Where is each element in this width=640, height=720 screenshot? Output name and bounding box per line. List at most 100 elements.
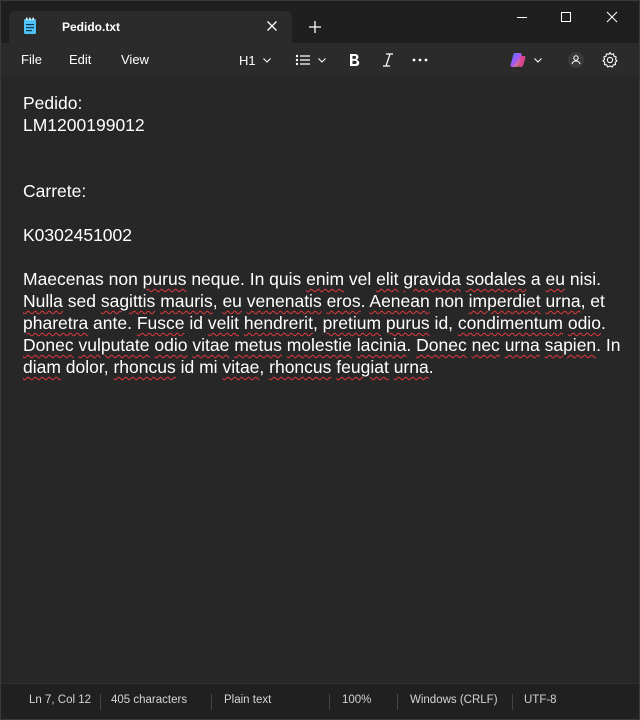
misspelled-word: Donec (416, 335, 467, 355)
more-icon (412, 58, 428, 62)
misspelled-word: vitae (222, 357, 260, 377)
misspelled-word: purus (142, 269, 187, 289)
chevron-down-icon (534, 58, 542, 63)
misspelled-word: Fusce (136, 313, 185, 333)
text-segment: vel (344, 269, 377, 289)
text-segment: a (526, 269, 546, 289)
chevron-down-icon (262, 58, 271, 63)
minimize-button[interactable] (499, 1, 545, 33)
misspelled-word: condimentum (457, 313, 563, 333)
text-segment: . In (596, 335, 621, 355)
notepad-icon (23, 17, 37, 35)
close-icon[interactable] (263, 17, 281, 35)
misspelled-word: vulputate (78, 335, 150, 355)
account-button[interactable] (567, 47, 585, 73)
menu-edit[interactable]: Edit (69, 52, 91, 67)
misspelled-word: metus (234, 335, 282, 355)
tab-title: Pedido.txt (62, 20, 121, 34)
tab-pedido[interactable]: Pedido.txt (9, 11, 292, 43)
text-segment: id mi (175, 357, 223, 377)
list-dropdown[interactable] (295, 47, 327, 73)
misspelled-word: gravida (403, 269, 461, 289)
text-segment: dolor, (60, 357, 114, 377)
misspelled-word: velit (207, 313, 239, 333)
misspelled-word: eros (326, 291, 361, 311)
chevron-down-icon (318, 58, 326, 63)
misspelled-word: pharetra (23, 313, 89, 333)
text-segment: Maecenas non (23, 269, 143, 289)
misspelled-word: elit (376, 269, 399, 289)
misspelled-word: hendrerit (243, 313, 313, 333)
status-divider (512, 694, 513, 710)
document-text[interactable]: Pedido: LM1200199012 Carrete: K030245100… (23, 92, 623, 378)
misspelled-word: imperdiet (468, 291, 541, 311)
document-line: Pedido: (23, 93, 83, 113)
text-segment: . (406, 335, 417, 355)
misspelled-word: urna (393, 357, 429, 377)
text-segment: . (428, 357, 434, 377)
document-line: LM1200199012 (23, 115, 145, 135)
text-segment: , (212, 291, 223, 311)
status-divider (397, 694, 398, 710)
misspelled-word: nec (471, 335, 500, 355)
format-indicator[interactable]: Plain text (224, 694, 271, 706)
zoom-level[interactable]: 100% (342, 694, 371, 706)
italic-button[interactable] (381, 47, 395, 73)
misspelled-word: odio (567, 313, 601, 333)
text-editor[interactable]: Pedido: LM1200199012 Carrete: K030245100… (1, 76, 639, 684)
notepad-window: Pedido.txt File Edit View H1 Pedido: LM1… (0, 0, 640, 720)
window-close-button[interactable] (589, 1, 635, 33)
misspelled-word: molestie (286, 335, 352, 355)
misspelled-word: sagittis (100, 291, 156, 311)
misspelled-word: feugiat (336, 357, 389, 377)
text-segment: , (259, 357, 270, 377)
misspelled-word: purus (385, 313, 430, 333)
status-divider (211, 694, 212, 710)
settings-button[interactable] (601, 47, 619, 73)
plus-icon[interactable] (305, 17, 325, 37)
misspelled-word: mauris (160, 291, 213, 311)
title-bar[interactable]: Pedido.txt (1, 1, 639, 43)
character-count: 405 characters (111, 694, 188, 706)
misspelled-word: pretium (322, 313, 382, 333)
heading-label: H1 (239, 52, 256, 68)
gear-icon (602, 51, 618, 68)
menu-file[interactable]: File (21, 52, 42, 67)
menu-view[interactable]: View (121, 52, 149, 67)
encoding[interactable]: UTF-8 (524, 694, 557, 706)
misspelled-word: rhoncus (113, 357, 176, 377)
text-segment: sed (62, 291, 101, 311)
text-segment: id, (429, 313, 458, 333)
misspelled-word: eu (545, 269, 565, 289)
maximize-button[interactable] (543, 1, 589, 33)
bold-button[interactable] (347, 47, 361, 73)
bulleted-list-icon (295, 54, 310, 66)
line-ending[interactable]: Windows (CRLF) (410, 694, 498, 706)
text-segment: id (184, 313, 208, 333)
copilot-dropdown[interactable] (509, 47, 543, 73)
document-line: Carrete: (23, 181, 87, 201)
misspelled-word: rhoncus (269, 357, 332, 377)
misspelled-word: eu (222, 291, 242, 311)
status-divider (329, 694, 330, 710)
misspelled-word: enim (306, 269, 345, 289)
copilot-icon (510, 53, 526, 67)
status-bar: Ln 7, Col 12 405 characters Plain text 1… (1, 683, 639, 719)
account-icon (568, 52, 584, 68)
text-segment: , et (580, 291, 605, 311)
misspelled-word: lacinia (356, 335, 407, 355)
text-segment: nisi. (564, 269, 601, 289)
heading-dropdown[interactable]: H1 (239, 47, 272, 73)
more-button[interactable] (412, 47, 428, 73)
status-divider (100, 694, 101, 710)
text-segment: , (312, 313, 323, 333)
misspelled-word: sodales (465, 269, 527, 289)
cursor-position[interactable]: Ln 7, Col 12 (29, 694, 91, 706)
misspelled-word: urna (504, 335, 540, 355)
text-segment: ante. (88, 313, 137, 333)
text-segment: . (600, 313, 606, 333)
italic-icon (383, 53, 393, 67)
